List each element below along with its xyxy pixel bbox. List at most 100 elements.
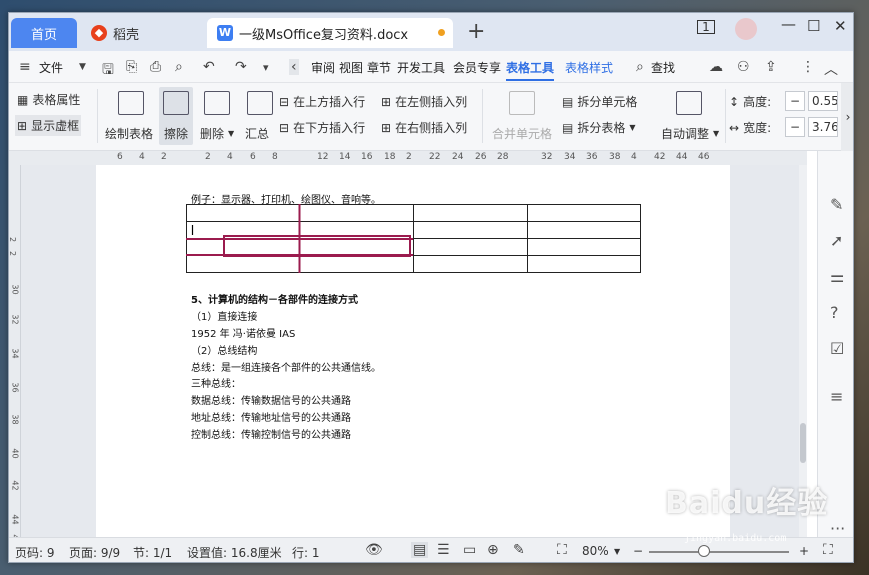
- more-icon[interactable]: ⋮: [801, 59, 815, 75]
- search-icon[interactable]: ⌕: [636, 59, 644, 75]
- scrollbar-thumb[interactable]: [800, 423, 806, 463]
- print-preview-icon[interactable]: ⌕: [175, 59, 183, 75]
- undo-icon[interactable]: ↶: [203, 59, 215, 75]
- zoom-level[interactable]: 80%: [582, 544, 609, 558]
- minimize-button[interactable]: —: [781, 15, 796, 33]
- height-decrement-button[interactable]: −: [785, 91, 805, 111]
- ruler-number: 18: [384, 152, 396, 162]
- menu-table-tools[interactable]: 表格工具: [506, 59, 555, 81]
- vruler-number: 38: [10, 414, 20, 425]
- tab-document[interactable]: W 一级MsOffice复习资料.docx: [207, 18, 453, 48]
- tab-home[interactable]: 首页: [11, 18, 77, 48]
- eye-protection-icon[interactable]: 👁: [365, 542, 383, 558]
- summary-button[interactable]: 汇总: [245, 125, 269, 142]
- vruler-number: 2: [8, 250, 18, 257]
- menu-bar: ≡ 文件 ▼ 🖫 ⎘ ⎙ ⌕ ↶ ↷ ▾ ‹ 审阅 视图 章节 开发工具 会员专…: [9, 51, 853, 83]
- table-properties-button[interactable]: ▦ 表格属性: [17, 91, 80, 108]
- split-table-button[interactable]: ▤ 拆分表格 ▼: [562, 119, 636, 136]
- status-row[interactable]: 行: 1: [292, 544, 320, 561]
- row-height-input[interactable]: 0.55厘: [808, 91, 838, 111]
- vertical-ruler[interactable]: 22303234363840424446: [8, 165, 21, 545]
- adjust-icon[interactable]: ⚌: [830, 267, 844, 286]
- zoom-out-button[interactable]: −: [633, 544, 643, 558]
- draw-table-icon: [118, 91, 144, 115]
- menu-chapter[interactable]: 章节: [367, 59, 391, 76]
- new-tab-button[interactable]: +: [467, 21, 485, 43]
- eraser-icon: [163, 91, 189, 115]
- menu-table-style[interactable]: 表格样式: [565, 59, 613, 76]
- review-check-icon[interactable]: ☑: [830, 339, 844, 358]
- avatar[interactable]: [735, 18, 757, 40]
- outline-view-icon[interactable]: ☰: [437, 542, 450, 558]
- insert-row-above-button[interactable]: ⊟ 在上方插入行: [279, 93, 365, 110]
- select-cursor-icon[interactable]: ➚: [830, 231, 843, 250]
- hamburger-icon[interactable]: ≡: [19, 59, 31, 75]
- help-icon[interactable]: ?: [830, 303, 839, 322]
- maximize-button[interactable]: ☐: [807, 17, 820, 35]
- status-page-number[interactable]: 页码: 9: [15, 544, 55, 561]
- cloud-sync-icon[interactable]: ☁: [709, 59, 723, 75]
- ruler-number: 2: [406, 152, 412, 162]
- window-list-icon[interactable]: 1: [697, 20, 715, 34]
- auto-fit-icon: [676, 91, 702, 115]
- insert-col-left-button[interactable]: ⊞ 在左侧插入列: [381, 93, 467, 110]
- more-quick-access-icon[interactable]: ▾: [263, 61, 269, 74]
- document-table[interactable]: [96, 165, 730, 285]
- menu-review[interactable]: 审阅: [311, 59, 335, 76]
- menu-member[interactable]: 会员专享: [453, 59, 501, 76]
- menu-developer[interactable]: 开发工具: [397, 59, 445, 76]
- show-gridlines-button[interactable]: ⊞ 显示虚框: [15, 115, 82, 136]
- zoom-slider[interactable]: [649, 551, 789, 553]
- unsaved-dot-icon: [438, 29, 445, 36]
- insert-right-label: 在右侧插入列: [395, 121, 468, 135]
- pen-edit-icon[interactable]: ✎: [830, 195, 843, 214]
- zoom-in-button[interactable]: +: [799, 544, 809, 558]
- menu-view[interactable]: 视图: [339, 59, 363, 76]
- ruler-number: 46: [698, 152, 710, 162]
- pen-icon[interactable]: ✎: [513, 542, 525, 558]
- fullscreen-icon[interactable]: ⛶: [823, 542, 833, 558]
- print-icon[interactable]: ⎙: [150, 59, 161, 75]
- page-view-icon[interactable]: ▤: [411, 542, 429, 558]
- more-options-icon[interactable]: ···: [830, 519, 845, 538]
- ruler-number: 14: [339, 152, 351, 162]
- status-section[interactable]: 节: 1/1: [133, 544, 172, 561]
- insert-below-label: 在下方插入行: [293, 121, 366, 135]
- close-button[interactable]: ✕: [834, 17, 847, 35]
- delete-button[interactable]: 删除 ▼: [200, 125, 234, 142]
- status-page-count[interactable]: 页面: 9/9: [69, 544, 120, 561]
- status-setting[interactable]: 设置值: 16.8厘米: [187, 544, 282, 561]
- erase-button[interactable]: 擦除: [164, 125, 188, 142]
- doc-line: （1）直接连接: [191, 312, 258, 323]
- horizontal-ruler[interactable]: 6 4 2 2 4 6 8 12 14 16 18 2 22 24 26 28 32 34 36 38 4 42 44 46: [9, 151, 807, 165]
- document-page[interactable]: 例子：显示器、打印机、绘图仪、音响等。 5、计算机的结构－各部件的连接方式 （1…: [96, 165, 730, 537]
- chevron-down-icon[interactable]: ▼: [614, 547, 620, 556]
- draw-table-button[interactable]: 绘制表格: [105, 125, 153, 142]
- ribbon-scroll-right-icon[interactable]: ›: [841, 83, 853, 151]
- export-pdf-icon[interactable]: ⎘: [126, 59, 137, 75]
- zoom-slider-thumb[interactable]: [698, 545, 710, 557]
- web-view-icon[interactable]: ⊕: [487, 542, 499, 558]
- collapse-ribbon-icon[interactable]: ︿: [824, 59, 838, 79]
- width-decrement-button[interactable]: −: [785, 117, 805, 137]
- scroll-left-icon[interactable]: ‹: [289, 59, 299, 75]
- read-mode-icon[interactable]: ▭: [463, 542, 476, 558]
- insert-col-right-button[interactable]: ⊞ 在右侧插入列: [381, 119, 467, 136]
- ruler-number: 22: [429, 152, 441, 162]
- merge-cells-button[interactable]: 合并单元格: [492, 125, 552, 142]
- search-label[interactable]: 查找: [651, 59, 675, 76]
- col-width-input[interactable]: 3.76厘: [808, 117, 838, 137]
- share-icon[interactable]: ⇪: [765, 59, 777, 75]
- split-cells-button[interactable]: ▤ 拆分单元格: [562, 93, 637, 110]
- tab-daoke[interactable]: ◆ 稻壳: [81, 18, 201, 48]
- chevron-down-icon: ▼: [629, 123, 636, 132]
- save-icon[interactable]: 🖫: [102, 59, 114, 83]
- table-properties-label: 表格属性: [32, 93, 81, 107]
- auto-fit-button[interactable]: 自动调整 ▼: [661, 125, 719, 142]
- menu-file[interactable]: 文件: [39, 59, 63, 76]
- format-icon[interactable]: ≡: [830, 387, 843, 406]
- redo-icon[interactable]: ↷: [235, 59, 247, 75]
- insert-row-below-button[interactable]: ⊟ 在下方插入行: [279, 119, 365, 136]
- fit-page-icon[interactable]: ⛶: [557, 542, 567, 558]
- share-user-icon[interactable]: ⚇: [737, 59, 750, 75]
